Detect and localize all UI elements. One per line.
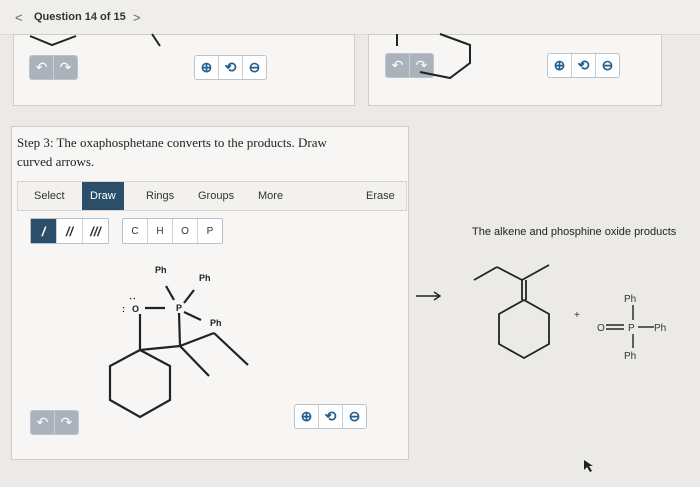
ph-right-label: Ph — [654, 323, 666, 334]
alkene-product — [473, 264, 550, 360]
plus-sign: + — [574, 310, 580, 321]
ph-label-2: Ph — [199, 273, 211, 283]
oxide-p-label: P — [628, 323, 635, 334]
mouse-cursor-icon — [584, 460, 593, 472]
lone-pair-left: : — [122, 304, 125, 314]
reaction-arrow — [416, 291, 442, 301]
oxide-o-label: O — [597, 323, 605, 334]
previous-structure-left — [29, 33, 161, 47]
ph-bottom-label: Ph — [624, 351, 636, 362]
ph-top-label: Ph — [624, 294, 636, 305]
ph-label-1: Ph — [155, 265, 167, 275]
oxygen-label: O — [132, 304, 139, 314]
lone-pair-top: : — [128, 297, 138, 300]
phosphorus-label: P — [176, 303, 182, 313]
drawing-canvas: Ph Ph Ph O P : : + Ph Ph Ph O P — [29, 33, 666, 472]
ph-label-3: Ph — [210, 318, 222, 328]
previous-structure-right — [396, 33, 471, 80]
